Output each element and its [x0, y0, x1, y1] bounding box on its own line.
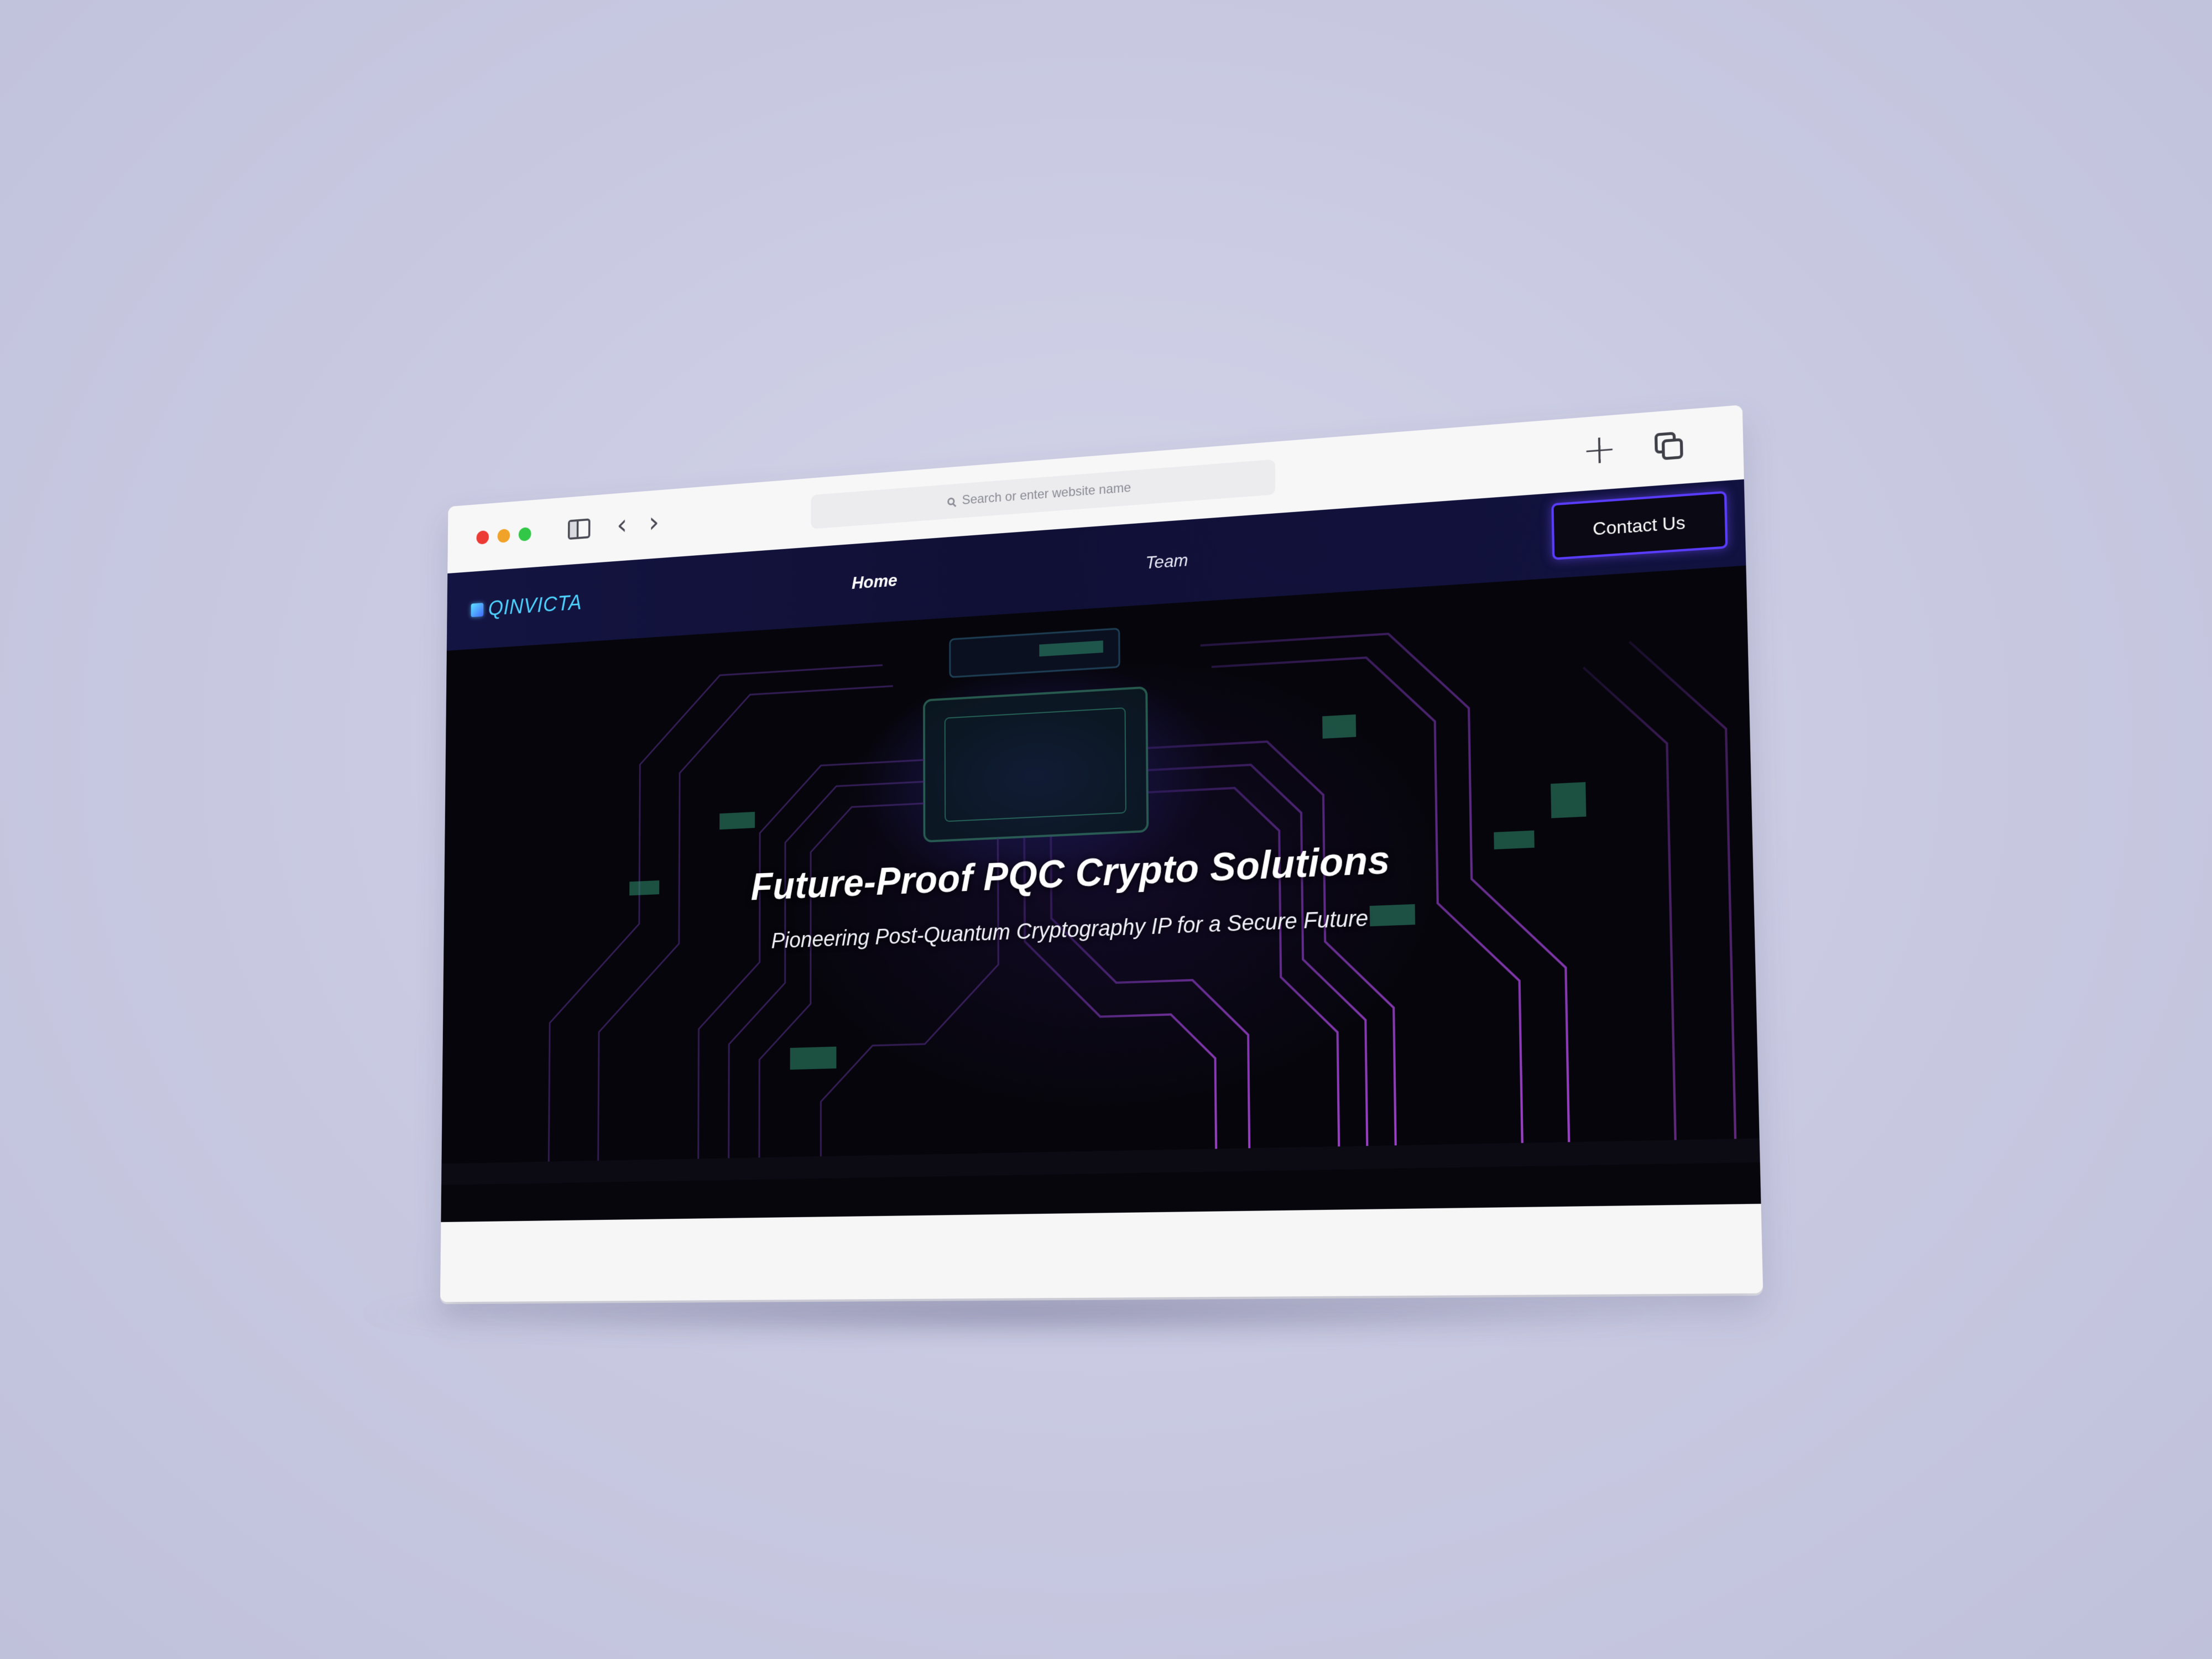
site-logo[interactable]: QINVICTA	[471, 591, 582, 622]
new-tab-plus-icon[interactable]: +	[1582, 424, 1618, 474]
logo-chip-icon	[471, 602, 484, 617]
website-viewport: QINVICTA Home Team Contact Us Future-Pro…	[441, 479, 1761, 1222]
contact-us-button[interactable]: Contact Us	[1551, 491, 1728, 560]
window-controls	[476, 527, 531, 545]
tab-overview-icon[interactable]	[1654, 431, 1684, 462]
forward-icon[interactable]: ›	[649, 505, 660, 539]
logo-text: QINVICTA	[488, 591, 582, 620]
mockup-scene: ‹ › Search or enter website name + QINVI…	[0, 0, 2212, 1659]
minimize-window-icon[interactable]	[497, 528, 510, 543]
zoom-window-icon[interactable]	[518, 527, 531, 542]
browser-window: ‹ › Search or enter website name + QINVI…	[440, 405, 1764, 1302]
hero-section: Future-Proof PQC Crypto Solutions Pionee…	[441, 565, 1760, 1185]
sidebar-toggle-icon[interactable]	[567, 518, 591, 540]
nav-team-link[interactable]: Team	[1145, 550, 1188, 573]
close-window-icon[interactable]	[476, 530, 489, 545]
address-placeholder: Search or enter website name	[962, 480, 1131, 508]
search-icon	[947, 497, 955, 506]
nav-home-link[interactable]: Home	[852, 570, 898, 593]
back-icon[interactable]: ‹	[617, 508, 627, 541]
